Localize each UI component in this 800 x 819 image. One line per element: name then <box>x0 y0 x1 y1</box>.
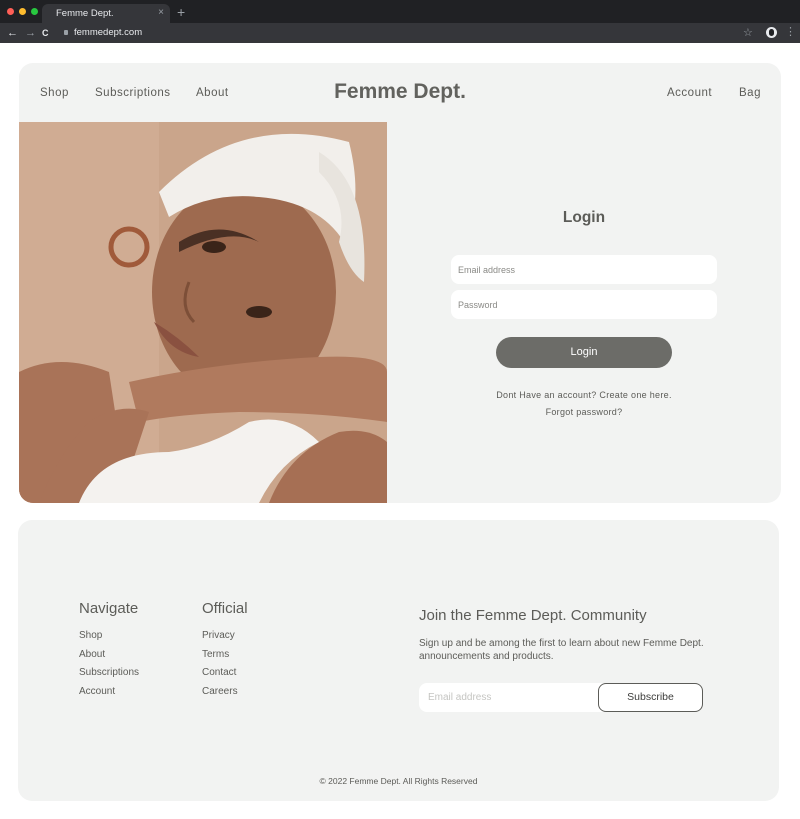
newsletter-description: Sign up and be among the first to learn … <box>419 638 704 662</box>
newsletter-heading: Join the Femme Dept. Community <box>419 607 647 624</box>
tab-bar: Femme Dept. × + <box>0 0 800 23</box>
footer-link-shop[interactable]: Shop <box>79 630 102 641</box>
page: Shop Subscriptions About Femme Dept. Acc… <box>0 43 800 819</box>
footer-official-heading: Official <box>202 600 248 617</box>
create-account-link[interactable]: Dont Have an account? Create one here. <box>387 390 781 400</box>
login-button[interactable]: Login <box>496 337 672 368</box>
login-title: Login <box>562 209 606 226</box>
footer-link-terms[interactable]: Terms <box>202 649 229 660</box>
login-card: Shop Subscriptions About Femme Dept. Acc… <box>19 63 781 503</box>
maximize-window-button[interactable] <box>31 8 38 15</box>
url-field[interactable]: femmedept.com <box>74 27 142 38</box>
browser-tab[interactable]: Femme Dept. × <box>42 4 170 23</box>
copyright-text: © 2022 Femme Dept. All Rights Reserved <box>319 776 478 786</box>
new-tab-button[interactable]: + <box>177 4 185 20</box>
footer-navigate-heading: Navigate <box>79 600 139 617</box>
browser-menu-icon[interactable]: ⋮ <box>785 25 796 38</box>
footer-link-subscriptions[interactable]: Subscriptions <box>79 667 139 678</box>
footer-link-account[interactable]: Account <box>79 686 115 697</box>
nav-bag[interactable]: Bag <box>739 87 761 99</box>
bookmark-star-icon[interactable]: ☆ <box>743 26 753 39</box>
forward-icon[interactable]: → <box>25 26 36 40</box>
minimize-window-button[interactable] <box>19 8 26 15</box>
close-window-button[interactable] <box>7 8 14 15</box>
footer-link-contact[interactable]: Contact <box>202 667 236 678</box>
footer-link-about[interactable]: About <box>79 649 105 660</box>
window-controls <box>7 8 38 15</box>
newsletter-email-input[interactable] <box>419 683 609 712</box>
browser-chrome: Femme Dept. × + ← → C femmedept.com ☆ ⋮ <box>0 0 800 43</box>
footer: Navigate Shop About Subscriptions Accoun… <box>18 520 779 801</box>
close-tab-icon[interactable]: × <box>158 7 164 18</box>
tab-title: Femme Dept. <box>56 8 114 19</box>
back-icon[interactable]: ← <box>7 26 18 40</box>
forgot-password-link[interactable]: Forgot password? <box>387 407 781 417</box>
extension-icon[interactable] <box>766 27 777 38</box>
password-field[interactable] <box>451 290 717 319</box>
hero-image <box>19 122 387 503</box>
footer-link-careers[interactable]: Careers <box>202 686 238 697</box>
email-field[interactable] <box>451 255 717 284</box>
reload-icon[interactable]: C <box>42 26 49 40</box>
footer-link-privacy[interactable]: Privacy <box>202 630 235 641</box>
lock-icon <box>64 30 68 35</box>
subscribe-button[interactable]: Subscribe <box>598 683 703 712</box>
nav-account[interactable]: Account <box>667 87 712 99</box>
address-bar: ← → C femmedept.com ☆ ⋮ <box>0 23 800 43</box>
